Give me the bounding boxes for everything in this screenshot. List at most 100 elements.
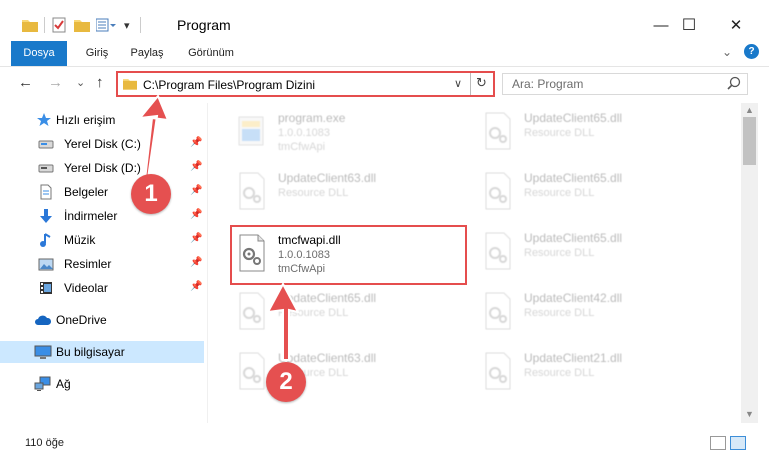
close-button[interactable]: ✕ [713, 14, 759, 36]
tiles-view-icon[interactable] [730, 436, 746, 450]
file-name: UpdateClient65.dll [524, 231, 623, 245]
dll-icon [482, 351, 514, 391]
file-name: UpdateClient42.dll [524, 291, 623, 305]
file-description: Resource DLL [524, 307, 595, 319]
file-item[interactable]: UpdateClient21.dll Resource DLL [458, 343, 698, 401]
forward-arrow-icon[interactable]: → [48, 74, 63, 91]
up-arrow-icon[interactable]: ↑ [96, 74, 104, 91]
ribbon-help-area: ⌄ ? [722, 44, 759, 59]
file-name: UpdateClient21.dll [524, 351, 623, 365]
sidebar-item-label: Hızlı erişim [56, 113, 116, 127]
sidebar-item-this-pc[interactable]: Bu bilgisayar [0, 341, 204, 363]
pin-icon: 📌 [190, 281, 203, 292]
sidebar-item-yerel-disk-c[interactable]: Yerel Disk (C:) 📌 [0, 133, 204, 155]
sidebar-item-onedrive[interactable]: OneDrive [0, 309, 204, 331]
scroll-thumb[interactable] [743, 117, 756, 165]
scroll-down-icon[interactable]: ▼ [745, 409, 754, 419]
view-switcher [710, 436, 746, 450]
details-view-icon[interactable] [710, 436, 726, 450]
sidebar-item-yerel-disk-d[interactable]: Yerel Disk (D:) 📌 [0, 157, 204, 179]
file-name: program.exe [278, 111, 346, 125]
address-path[interactable]: C:\Program Files\Program Dizini [143, 78, 315, 92]
sidebar-item-indirmeler[interactable]: İndirmeler 📌 [0, 205, 204, 227]
window-title: Program [177, 17, 231, 33]
status-bar: 110 öğe [0, 432, 769, 454]
file-description: Resource DLL [524, 367, 595, 379]
back-arrow-icon[interactable]: ← [18, 74, 33, 91]
sidebar-item-label: İndirmeler [64, 209, 118, 223]
refresh-icon[interactable]: ↻ [476, 75, 487, 91]
navigation-bar: ← → ⌄ ↑ C:\Program Files\Program Dizini … [0, 66, 769, 100]
drive-icon [38, 136, 54, 152]
scroll-up-icon[interactable]: ▲ [745, 105, 754, 115]
pictures-icon [38, 256, 54, 272]
maximize-button[interactable]: ☐ [666, 14, 712, 36]
cloud-icon [34, 312, 52, 328]
properties-icon[interactable] [52, 15, 66, 35]
file-item[interactable]: UpdateClient65.dll Resource DLL [458, 223, 698, 281]
sidebar-item-resimler[interactable]: Resimler 📌 [0, 253, 204, 275]
file-item[interactable]: UpdateClient63.dll Resource DLL [212, 343, 452, 401]
sidebar-item-label: Yerel Disk (C:) [64, 137, 141, 151]
item-count: 110 öğe [25, 437, 64, 449]
address-bar[interactable]: C:\Program Files\Program Dizini ∨ ↻ [116, 71, 495, 97]
sidebar-item-quick-access[interactable]: Hızlı erişim [0, 109, 204, 131]
file-item[interactable]: UpdateClient65.dll Resource DLL [458, 103, 698, 161]
file-name: UpdateClient65.dll [524, 111, 623, 125]
file-version: 1.0.0.1083 [278, 127, 330, 139]
file-name: UpdateClient63.dll [278, 171, 377, 185]
file-description: tmCfwApi [278, 263, 326, 275]
file-description: tmCfwApi [278, 141, 326, 153]
file-item[interactable]: UpdateClient42.dll Resource DLL [458, 283, 698, 341]
file-item[interactable]: UpdateClient65.dll Resource DLL [212, 283, 452, 341]
sidebar-item-label: Bu bilgisayar [56, 345, 125, 359]
file-name: UpdateClient65.dll [524, 171, 623, 185]
customize-icon[interactable] [96, 15, 116, 35]
pin-icon: 📌 [190, 209, 203, 220]
file-description: Resource DLL [278, 187, 349, 199]
new-folder-icon[interactable] [74, 15, 90, 35]
file-item[interactable]: UpdateClient65.dll Resource DLL [458, 163, 698, 221]
help-icon[interactable]: ? [744, 44, 759, 59]
sidebar-item-network[interactable]: Ağ [0, 373, 204, 395]
file-name: tmcfwapi.dll [278, 233, 341, 247]
sidebar-item-label: Ağ [56, 377, 71, 391]
dll-icon [236, 171, 268, 211]
search-icon[interactable] [727, 76, 741, 93]
search-placeholder[interactable]: Ara: Program [512, 77, 583, 91]
pane-divider[interactable] [207, 103, 208, 423]
vertical-scrollbar[interactable]: ▲ ▼ [741, 103, 758, 423]
documents-icon [38, 184, 54, 200]
tab-paylas[interactable]: Paylaş [124, 41, 170, 65]
sidebar-item-label: Videolar [64, 281, 108, 295]
file-item-tmcfwapi[interactable]: tmcfwapi.dll 1.0.0.1083 tmCfwApi [230, 225, 467, 285]
computer-icon [34, 344, 52, 360]
dll-icon [482, 171, 514, 211]
sidebar-item-label: Belgeler [64, 185, 109, 199]
sidebar-item-belgeler[interactable]: Belgeler 📌 [0, 181, 204, 203]
callout-badge-1: 1 [131, 174, 171, 214]
file-name: UpdateClient65.dll [278, 291, 377, 305]
sidebar-item-muzik[interactable]: Müzik 📌 [0, 229, 204, 251]
dll-icon [236, 351, 268, 391]
ribbon-collapse-icon[interactable]: ⌄ [722, 45, 732, 59]
network-icon [34, 376, 51, 392]
exe-icon [236, 111, 268, 151]
pin-icon: 📌 [190, 233, 203, 244]
dll-icon [482, 111, 514, 151]
file-item[interactable]: program.exe 1.0.0.1083 tmCfwApi [212, 103, 452, 161]
separator [44, 15, 45, 35]
sidebar-item-label: Yerel Disk (D:) [64, 161, 141, 175]
separator [140, 15, 141, 35]
sidebar-item-label: Müzik [64, 233, 96, 247]
quick-access-dropdown-icon[interactable]: ▾ [124, 15, 130, 35]
tab-gorunum[interactable]: Görünüm [182, 41, 240, 65]
file-item[interactable]: UpdateClient63.dll Resource DLL [212, 163, 452, 221]
pin-icon: 📌 [190, 137, 203, 148]
search-box[interactable]: Ara: Program [502, 73, 748, 95]
recent-locations-icon[interactable]: ⌄ [76, 76, 85, 89]
address-dropdown-icon[interactable]: ∨ [454, 77, 462, 90]
sidebar-item-videolar[interactable]: Videolar 📌 [0, 277, 204, 299]
star-icon [36, 112, 52, 128]
tab-giris[interactable]: Giriş [76, 41, 118, 65]
